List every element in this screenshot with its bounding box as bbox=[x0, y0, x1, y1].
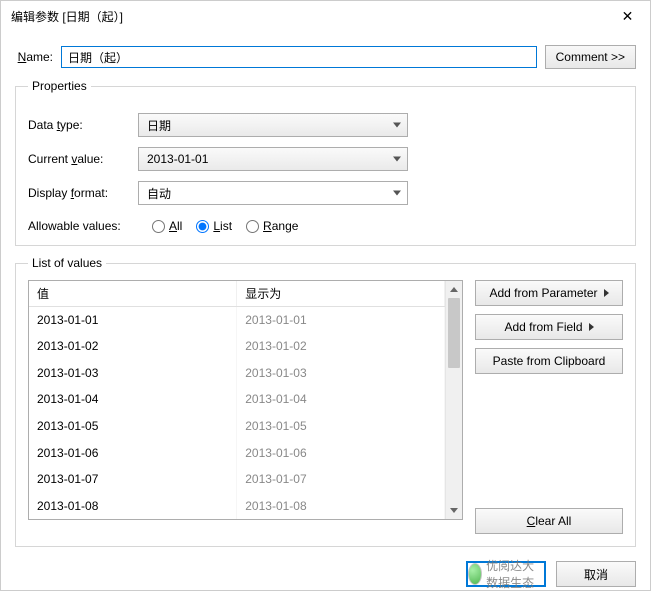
chevron-down-icon bbox=[450, 508, 458, 513]
allowable-values-label: Allowable values: bbox=[28, 219, 138, 233]
watermark: 优阅达大数据生态 bbox=[468, 557, 544, 591]
table-row[interactable]: 2013-01-082013-01-08 bbox=[29, 492, 445, 519]
cell-display[interactable]: 2013-01-05 bbox=[237, 413, 445, 440]
col-value-header[interactable]: 值 bbox=[29, 281, 237, 307]
add-from-field-button[interactable]: Add from Field bbox=[475, 314, 623, 340]
cancel-button[interactable]: 取消 bbox=[556, 561, 636, 587]
scroll-down-button[interactable] bbox=[446, 502, 462, 519]
data-type-label: Data type: bbox=[28, 118, 138, 132]
cell-display[interactable]: 2013-01-06 bbox=[237, 439, 445, 466]
table-row[interactable]: 2013-01-022013-01-02 bbox=[29, 333, 445, 360]
values-table-wrap: 值 显示为 2013-01-012013-01-012013-01-022013… bbox=[28, 280, 463, 520]
name-input[interactable] bbox=[61, 46, 537, 68]
properties-legend: Properties bbox=[28, 79, 91, 93]
cell-display[interactable]: 2013-01-03 bbox=[237, 360, 445, 387]
cell-value[interactable]: 2013-01-06 bbox=[29, 439, 237, 466]
cell-value[interactable]: 2013-01-02 bbox=[29, 333, 237, 360]
comment-button[interactable]: Comment >> bbox=[545, 45, 636, 69]
cell-value[interactable]: 2013-01-01 bbox=[29, 307, 237, 334]
watermark-text: 优阅达大数据生态 bbox=[486, 557, 544, 591]
cell-display[interactable]: 2013-01-01 bbox=[237, 307, 445, 334]
chevron-down-icon bbox=[393, 123, 401, 128]
watermark-avatar-icon bbox=[468, 563, 482, 585]
cell-value[interactable]: 2013-01-08 bbox=[29, 492, 237, 519]
display-format-label: Display format: bbox=[28, 186, 138, 200]
close-icon: ✕ bbox=[622, 8, 634, 25]
col-display-header[interactable]: 显示为 bbox=[237, 281, 445, 307]
scroll-thumb[interactable] bbox=[448, 298, 460, 368]
ok-button[interactable]: 优阅达大数据生态 bbox=[466, 561, 546, 587]
current-value-dropdown[interactable]: 2013-01-01 bbox=[138, 147, 408, 171]
chevron-down-icon bbox=[393, 191, 401, 196]
chevron-up-icon bbox=[450, 287, 458, 292]
table-row[interactable]: 2013-01-012013-01-01 bbox=[29, 307, 445, 334]
close-button[interactable]: ✕ bbox=[605, 1, 650, 31]
list-of-values-legend: List of values bbox=[28, 256, 106, 270]
table-row[interactable]: 2013-01-052013-01-05 bbox=[29, 413, 445, 440]
cell-display[interactable]: 2013-01-04 bbox=[237, 386, 445, 413]
display-format-value: 自动 bbox=[147, 185, 171, 202]
title-bar: 编辑参数 [日期（起）] ✕ bbox=[1, 1, 650, 31]
window-title: 编辑参数 [日期（起）] bbox=[11, 8, 123, 25]
cell-display[interactable]: 2013-01-02 bbox=[237, 333, 445, 360]
cell-display[interactable]: 2013-01-08 bbox=[237, 492, 445, 519]
current-value-label: Current value: bbox=[28, 152, 138, 166]
cell-value[interactable]: 2013-01-07 bbox=[29, 466, 237, 493]
edit-parameter-window: 编辑参数 [日期（起）] ✕ Name: Comment >> Properti… bbox=[0, 0, 651, 591]
radio-all-input[interactable] bbox=[152, 220, 165, 233]
radio-list-input[interactable] bbox=[196, 220, 209, 233]
chevron-down-icon bbox=[393, 157, 401, 162]
scroll-up-button[interactable] bbox=[446, 281, 462, 298]
list-of-values-group: List of values 值 显示为 2013-01-012013-01-0… bbox=[15, 256, 636, 547]
data-type-value: 日期 bbox=[147, 117, 171, 134]
display-format-dropdown[interactable]: 自动 bbox=[138, 181, 408, 205]
table-scrollbar[interactable] bbox=[445, 281, 462, 519]
table-row[interactable]: 2013-01-062013-01-06 bbox=[29, 439, 445, 466]
scroll-track[interactable] bbox=[446, 298, 462, 502]
values-table: 值 显示为 2013-01-012013-01-012013-01-022013… bbox=[29, 281, 445, 519]
cell-value[interactable]: 2013-01-05 bbox=[29, 413, 237, 440]
chevron-right-icon bbox=[604, 289, 609, 297]
clear-all-button[interactable]: Clear All bbox=[475, 508, 623, 534]
chevron-right-icon bbox=[589, 323, 594, 331]
cell-value[interactable]: 2013-01-04 bbox=[29, 386, 237, 413]
data-type-dropdown[interactable]: 日期 bbox=[138, 113, 408, 137]
add-from-parameter-button[interactable]: Add from Parameter bbox=[475, 280, 623, 306]
table-row[interactable]: 2013-01-032013-01-03 bbox=[29, 360, 445, 387]
current-value-value: 2013-01-01 bbox=[147, 152, 208, 166]
table-row[interactable]: 2013-01-042013-01-04 bbox=[29, 386, 445, 413]
radio-list[interactable]: List bbox=[196, 219, 232, 233]
table-row[interactable]: 2013-01-072013-01-07 bbox=[29, 466, 445, 493]
radio-range-input[interactable] bbox=[246, 220, 259, 233]
radio-all[interactable]: All bbox=[152, 219, 182, 233]
properties-group: Properties Data type: 日期 Current value: … bbox=[15, 79, 636, 246]
dialog-footer: 优阅达大数据生态 取消 bbox=[1, 557, 650, 599]
paste-from-clipboard-button[interactable]: Paste from Clipboard bbox=[475, 348, 623, 374]
name-label: Name: bbox=[15, 50, 53, 64]
cell-value[interactable]: 2013-01-03 bbox=[29, 360, 237, 387]
cell-display[interactable]: 2013-01-07 bbox=[237, 466, 445, 493]
radio-range[interactable]: Range bbox=[246, 219, 298, 233]
